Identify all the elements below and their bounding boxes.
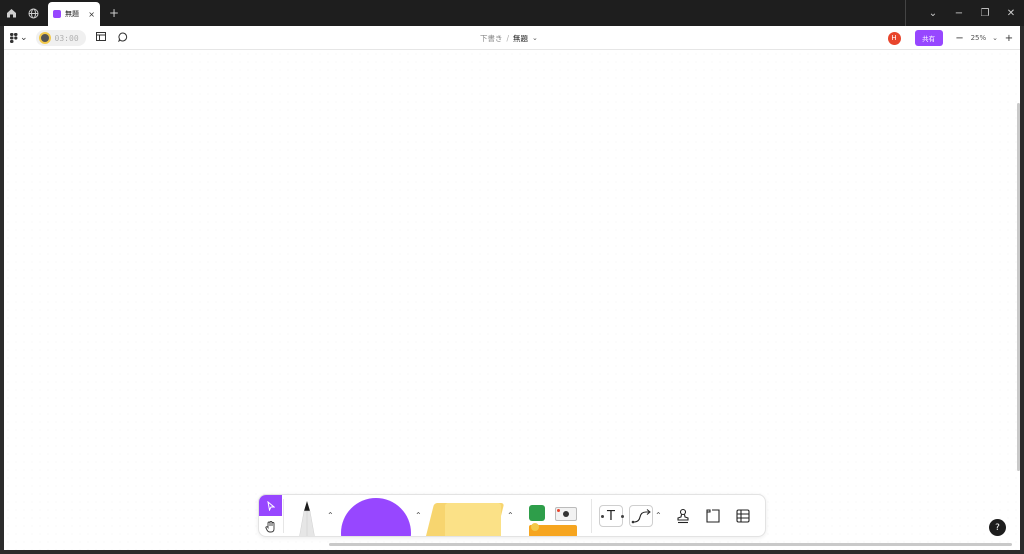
title-tab-bar: 無題 × + ⌄ − ❐ ✕ (0, 0, 1024, 26)
app-window: 無題 × + ⌄ − ❐ ✕ ⌄ 03:00 下書き / 無題 ⌄ H 共有 −… (0, 0, 1024, 554)
sticky-options-chevron-icon[interactable]: ⌃ (507, 511, 514, 520)
layout-icon[interactable] (94, 32, 108, 44)
text-handle-dot (621, 515, 624, 518)
restore-button[interactable]: ❐ (972, 0, 998, 26)
window-controls: ⌄ − ❐ ✕ (905, 0, 1024, 26)
red-dot-icon (557, 509, 560, 512)
whiteboard-canvas[interactable] (4, 50, 1020, 550)
select-tool-button[interactable] (259, 495, 282, 516)
dock-divider (283, 499, 284, 533)
sticky-note-tool[interactable] (445, 503, 501, 536)
pen-options-chevron-icon[interactable]: ⌃ (327, 511, 334, 520)
creation-toolbar: ⌃ ⌃ ⌃ T ⌃ (258, 494, 766, 537)
vertical-scrollbar[interactable] (1017, 103, 1020, 471)
zoom-in-button[interactable]: + (1004, 33, 1014, 44)
marker-pen-tool[interactable] (295, 501, 319, 537)
toolbar-left: ⌄ 03:00 (10, 26, 130, 50)
minimize-button[interactable]: − (946, 0, 972, 26)
connector-options-chevron-icon[interactable]: ⌃ (655, 511, 662, 520)
window-controls-divider (905, 0, 906, 26)
comment-icon[interactable] (116, 31, 130, 45)
section-tool-button[interactable] (703, 506, 723, 526)
connector-icon (631, 509, 651, 524)
yellow-sticker-icon (531, 523, 539, 531)
user-avatar[interactable]: H (887, 31, 901, 45)
stamp-tool-button[interactable] (673, 506, 693, 526)
zoom-control: − 25% ⌄ + (955, 33, 1014, 44)
tab-untitled[interactable]: 無題 × (48, 2, 100, 26)
figma-logo-icon (10, 33, 18, 43)
tab-close-icon[interactable]: × (88, 10, 95, 19)
stickers-widgets-tool[interactable] (529, 503, 581, 536)
zoom-chevron-icon[interactable]: ⌄ (992, 34, 998, 42)
shape-tool-circle[interactable] (341, 498, 411, 536)
main-menu-button[interactable]: ⌄ (10, 33, 28, 43)
hand-tool-button[interactable] (259, 517, 282, 536)
timer-text: 03:00 (54, 33, 79, 43)
zoom-level[interactable]: 25% (971, 34, 987, 42)
dock-divider (591, 499, 592, 533)
shape-options-chevron-icon[interactable]: ⌃ (415, 511, 422, 520)
close-window-button[interactable]: ✕ (998, 0, 1024, 26)
timer-avatar (38, 32, 51, 44)
table-icon (736, 509, 750, 523)
green-sticker-icon (529, 505, 545, 521)
zoom-out-button[interactable]: − (955, 33, 965, 44)
app-toolbar: ⌄ 03:00 下書き / 無題 ⌄ H 共有 − 25% ⌄ + (4, 26, 1020, 50)
figjam-file-icon (53, 10, 61, 18)
file-menu-chevron-icon[interactable]: ⌄ (532, 34, 538, 42)
toolbar-right: H 共有 − 25% ⌄ + (887, 26, 1014, 50)
table-tool-button[interactable] (733, 506, 753, 526)
share-button[interactable]: 共有 (914, 30, 943, 46)
timer-widget[interactable]: 03:00 (35, 30, 86, 46)
stamp-icon (677, 508, 689, 524)
breadcrumb-file-name[interactable]: 無題 (513, 33, 528, 44)
home-icon[interactable] (0, 0, 22, 26)
breadcrumb: 下書き / 無題 ⌄ (480, 26, 538, 50)
breadcrumb-drafts[interactable]: 下書き (480, 33, 503, 44)
chevron-down-icon: ⌄ (20, 33, 28, 43)
hand-icon (265, 521, 275, 533)
add-tab-button[interactable]: + (104, 6, 124, 20)
horizontal-scrollbar[interactable] (329, 543, 1012, 546)
tab-label: 無題 (65, 10, 79, 18)
connector-tool-button[interactable] (629, 505, 653, 527)
breadcrumb-separator: / (506, 33, 510, 43)
globe-icon[interactable] (22, 0, 44, 26)
text-tool-button[interactable]: T (599, 505, 623, 527)
section-icon (706, 509, 720, 523)
cursor-icon (266, 500, 275, 511)
help-button[interactable]: ? (989, 519, 1006, 536)
window-menu-chevron-icon[interactable]: ⌄ (920, 0, 946, 26)
camera-lens-icon (563, 511, 569, 517)
